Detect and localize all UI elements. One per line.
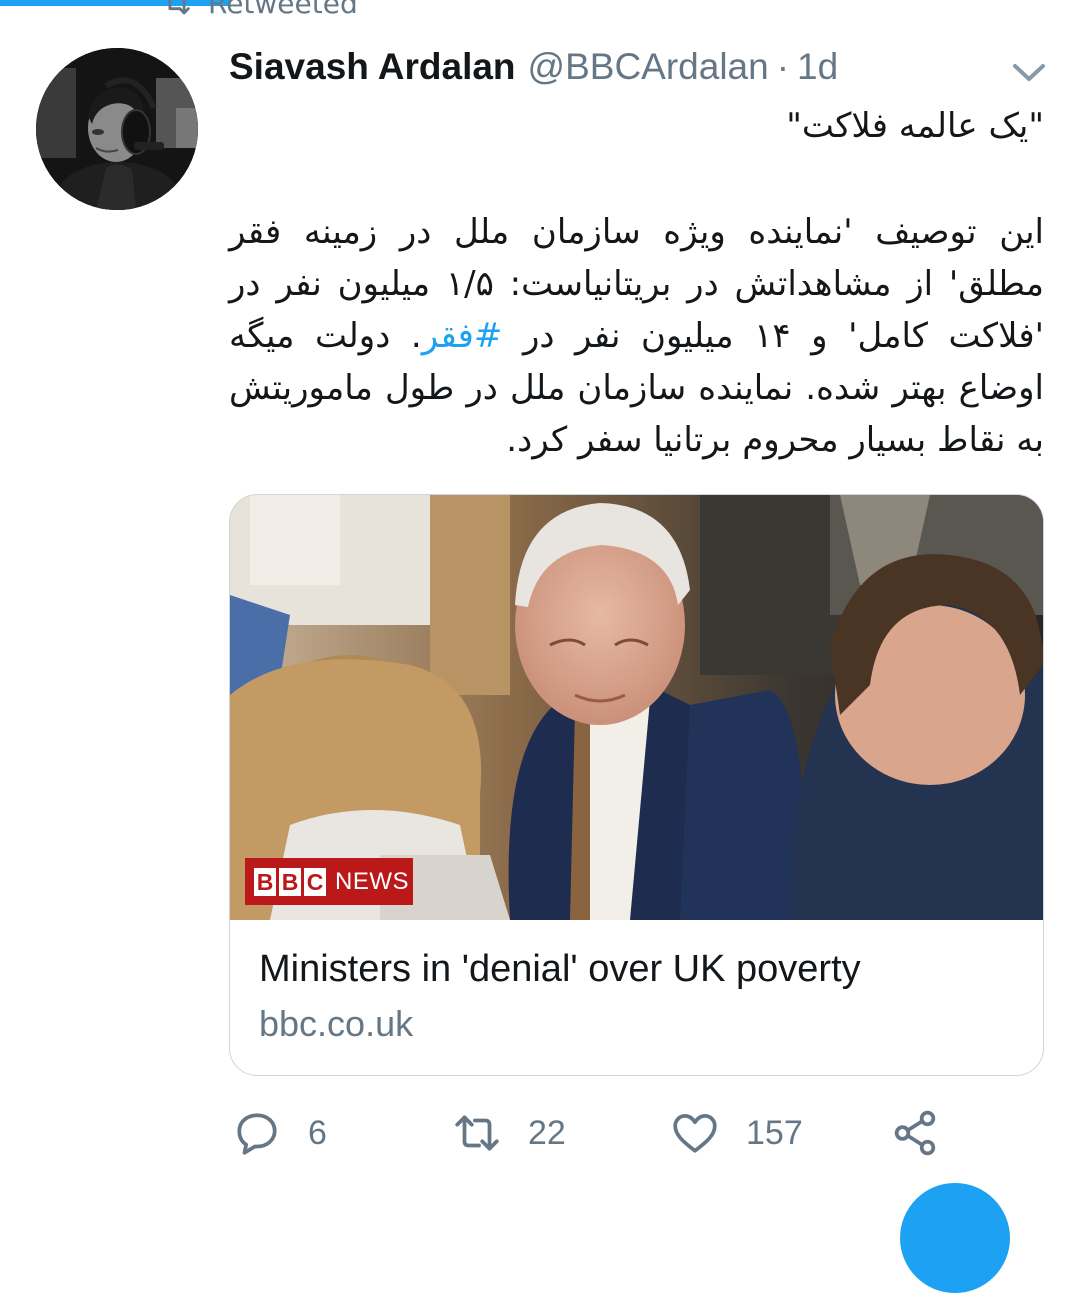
retweet-icon xyxy=(455,1115,499,1151)
share-button[interactable] xyxy=(890,1108,940,1158)
like-button[interactable]: 157 xyxy=(670,1108,803,1158)
hashtag-link[interactable]: #فقر xyxy=(422,316,503,356)
tweet-header: Siavash Ardalan @BBCArdalan · 1d xyxy=(229,42,838,92)
card-domain: bbc.co.uk xyxy=(259,1003,414,1044)
tweet-actions: 6 22 157 xyxy=(0,1108,1080,1168)
tweet-text: این توصیف 'نماینده ویژه سازمان ملل در زم… xyxy=(229,206,1044,466)
bbc-news-badge: B B C NEWS xyxy=(245,858,413,905)
card-title[interactable]: Ministers in 'denial' over UK poverty xyxy=(259,948,861,991)
compose-tweet-button[interactable] xyxy=(900,1183,1010,1293)
retweet-icon xyxy=(168,0,190,15)
like-count: 157 xyxy=(746,1113,803,1152)
tweet-title-line: "یک عالمه فلاکت" xyxy=(786,106,1044,146)
share-icon xyxy=(894,1110,936,1156)
bbc-letter: B xyxy=(254,867,276,896)
reply-count: 6 xyxy=(308,1113,327,1152)
heart-icon xyxy=(673,1114,717,1153)
link-preview-card[interactable]: B B C NEWS Ministers in 'denial' over UK… xyxy=(229,494,1044,1076)
reply-button[interactable]: 6 xyxy=(232,1108,327,1158)
bbc-letter: C xyxy=(304,867,326,896)
author-handle[interactable]: @BBCArdalan xyxy=(528,46,769,88)
retweet-count: 22 xyxy=(528,1113,566,1152)
bbc-letter: B xyxy=(279,867,301,896)
reply-icon xyxy=(237,1113,277,1155)
chevron-down-icon[interactable] xyxy=(1010,60,1048,86)
tweet-timestamp[interactable]: 1d xyxy=(797,46,838,88)
header-separator: · xyxy=(776,46,790,87)
bbc-news-word: NEWS xyxy=(335,867,409,895)
retweet-button[interactable]: 22 xyxy=(452,1108,566,1158)
author-avatar[interactable] xyxy=(36,48,198,210)
retweeted-label: Retweeted xyxy=(208,0,358,20)
card-image: B B C NEWS xyxy=(230,495,1043,920)
author-name[interactable]: Siavash Ardalan xyxy=(229,46,516,88)
retweeted-indicator: Retweeted xyxy=(160,0,358,20)
